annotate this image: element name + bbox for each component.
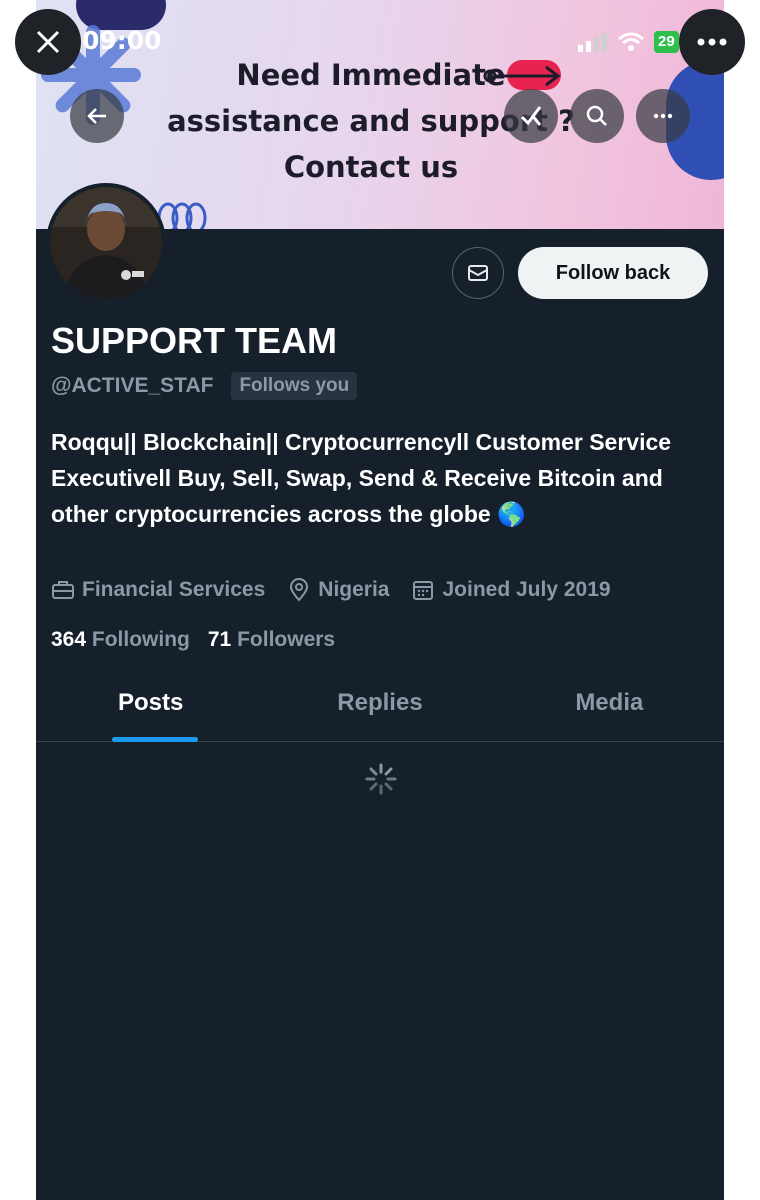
loading-spinner-icon (365, 763, 397, 795)
profile-bio: Roqqu|| Blockchain|| Cryptocurrencyll Cu… (51, 429, 672, 527)
followers-link[interactable]: 71 Followers (208, 628, 335, 652)
close-icon (36, 30, 60, 54)
followers-label: Followers (237, 628, 336, 651)
follow-back-button[interactable]: Follow back (518, 247, 708, 299)
cellular-signal-icon (578, 33, 607, 52)
banner-line-3: Contact us (283, 150, 459, 184)
location-label: Nigeria (318, 578, 390, 601)
tab-posts[interactable]: Posts (36, 675, 265, 741)
banner-spiral-decoration (157, 202, 207, 229)
profile-handle: @ACTIVE_STAF (51, 374, 214, 397)
tab-media[interactable]: Media (495, 675, 724, 741)
grok-icon (520, 106, 542, 126)
status-time: 09:00 (82, 26, 162, 55)
category-item: Financial Services (51, 578, 265, 602)
more-horizontal-icon (697, 38, 727, 46)
more-horizontal-icon (653, 113, 673, 119)
profile-name: SUPPORT TEAM (51, 320, 338, 361)
more-options-button[interactable] (636, 89, 690, 143)
mail-icon (468, 265, 488, 281)
briefcase-icon (52, 581, 74, 599)
grok-button[interactable] (504, 89, 558, 143)
follows-you-badge: Follows you (231, 372, 358, 400)
profile-screen: Need Immediate assistance and support ? … (36, 0, 724, 1200)
battery-indicator: 29 (654, 31, 679, 53)
active-tab-indicator (112, 737, 198, 742)
close-button[interactable] (15, 9, 81, 75)
avatar[interactable] (46, 183, 166, 303)
followers-count: 71 (207, 628, 232, 651)
arrow-left-icon (87, 108, 106, 124)
following-label: Following (91, 628, 190, 651)
back-button[interactable] (70, 89, 124, 143)
following-count: 364 (51, 628, 87, 651)
viewer-menu-button[interactable] (679, 9, 745, 75)
joined-item: Joined July 2019 (411, 578, 611, 602)
search-icon (586, 105, 607, 126)
location-item: Nigeria (287, 578, 389, 602)
calendar-icon (413, 581, 434, 600)
tab-replies[interactable]: Replies (265, 675, 494, 741)
message-button[interactable] (452, 247, 504, 299)
following-link[interactable]: 364 Following (51, 628, 190, 652)
avatar-photo (50, 187, 162, 299)
profile-tabs: Posts Replies Media (36, 675, 724, 742)
search-button[interactable] (570, 89, 624, 143)
handle-row: @ACTIVE_STAF Follows you (51, 372, 358, 400)
profile-meta: Financial Services Nigeria Joined July 2… (51, 578, 611, 602)
wifi-icon (618, 32, 644, 51)
category-label: Financial Services (82, 578, 266, 601)
status-icons: 29 (578, 28, 679, 56)
location-pin-icon (290, 578, 309, 602)
joined-label: Joined July 2019 (442, 578, 611, 601)
follow-counts: 364 Following 71 Followers (51, 628, 335, 652)
